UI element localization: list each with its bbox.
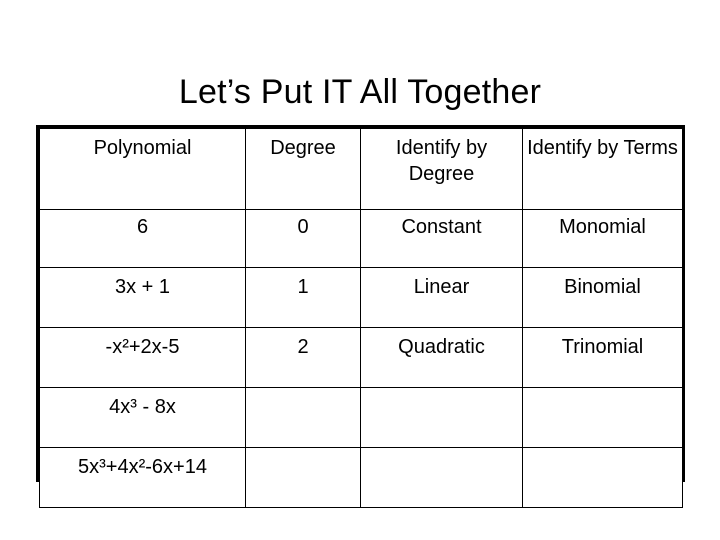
cell-degree: 0 <box>245 209 361 268</box>
cell-polynomial: 4x³ - 8x <box>39 387 246 448</box>
polynomial-table: Polynomial Degree Identify by Degree Ide… <box>39 128 683 508</box>
column-header-identify-by-terms: Identify by Terms <box>522 128 683 210</box>
column-header-degree: Degree <box>245 128 361 210</box>
cell-degree <box>245 447 361 508</box>
cell-polynomial: 3x + 1 <box>39 267 246 328</box>
cell-identify-by-degree: Quadratic <box>360 327 523 388</box>
table-row: -x²+2x-5 2 Quadratic Trinomial <box>39 327 683 388</box>
table-row: 3x + 1 1 Linear Binomial <box>39 267 683 328</box>
table-row: 5x³+4x²-6x+14 <box>39 447 683 508</box>
cell-identify-by-terms <box>522 387 683 448</box>
table-body: 6 0 Constant Monomial 3x + 1 1 Linear Bi… <box>39 209 683 508</box>
cell-polynomial: 6 <box>39 209 246 268</box>
slide-canvas: Let’s Put IT All Together Polynomial Deg… <box>0 0 720 540</box>
column-header-polynomial: Polynomial <box>39 128 246 210</box>
cell-identify-by-terms <box>522 447 683 508</box>
cell-polynomial: -x²+2x-5 <box>39 327 246 388</box>
cell-degree <box>245 387 361 448</box>
cell-identify-by-degree <box>360 447 523 508</box>
cell-degree: 2 <box>245 327 361 388</box>
cell-identify-by-degree <box>360 387 523 448</box>
cell-identify-by-terms: Trinomial <box>522 327 683 388</box>
cell-identify-by-degree: Constant <box>360 209 523 268</box>
table-row: 4x³ - 8x <box>39 387 683 448</box>
page-title: Let’s Put IT All Together <box>178 72 542 111</box>
cell-degree: 1 <box>245 267 361 328</box>
polynomial-table-container: Polynomial Degree Identify by Degree Ide… <box>36 125 685 508</box>
cell-identify-by-terms: Binomial <box>522 267 683 328</box>
cell-identify-by-terms: Monomial <box>522 209 683 268</box>
column-header-identify-by-degree: Identify by Degree <box>360 128 523 210</box>
table-row: 6 0 Constant Monomial <box>39 209 683 268</box>
cell-polynomial: 5x³+4x²-6x+14 <box>39 447 246 508</box>
table-header-row: Polynomial Degree Identify by Degree Ide… <box>39 128 683 210</box>
cell-identify-by-degree: Linear <box>360 267 523 328</box>
table-header: Polynomial Degree Identify by Degree Ide… <box>39 128 683 210</box>
